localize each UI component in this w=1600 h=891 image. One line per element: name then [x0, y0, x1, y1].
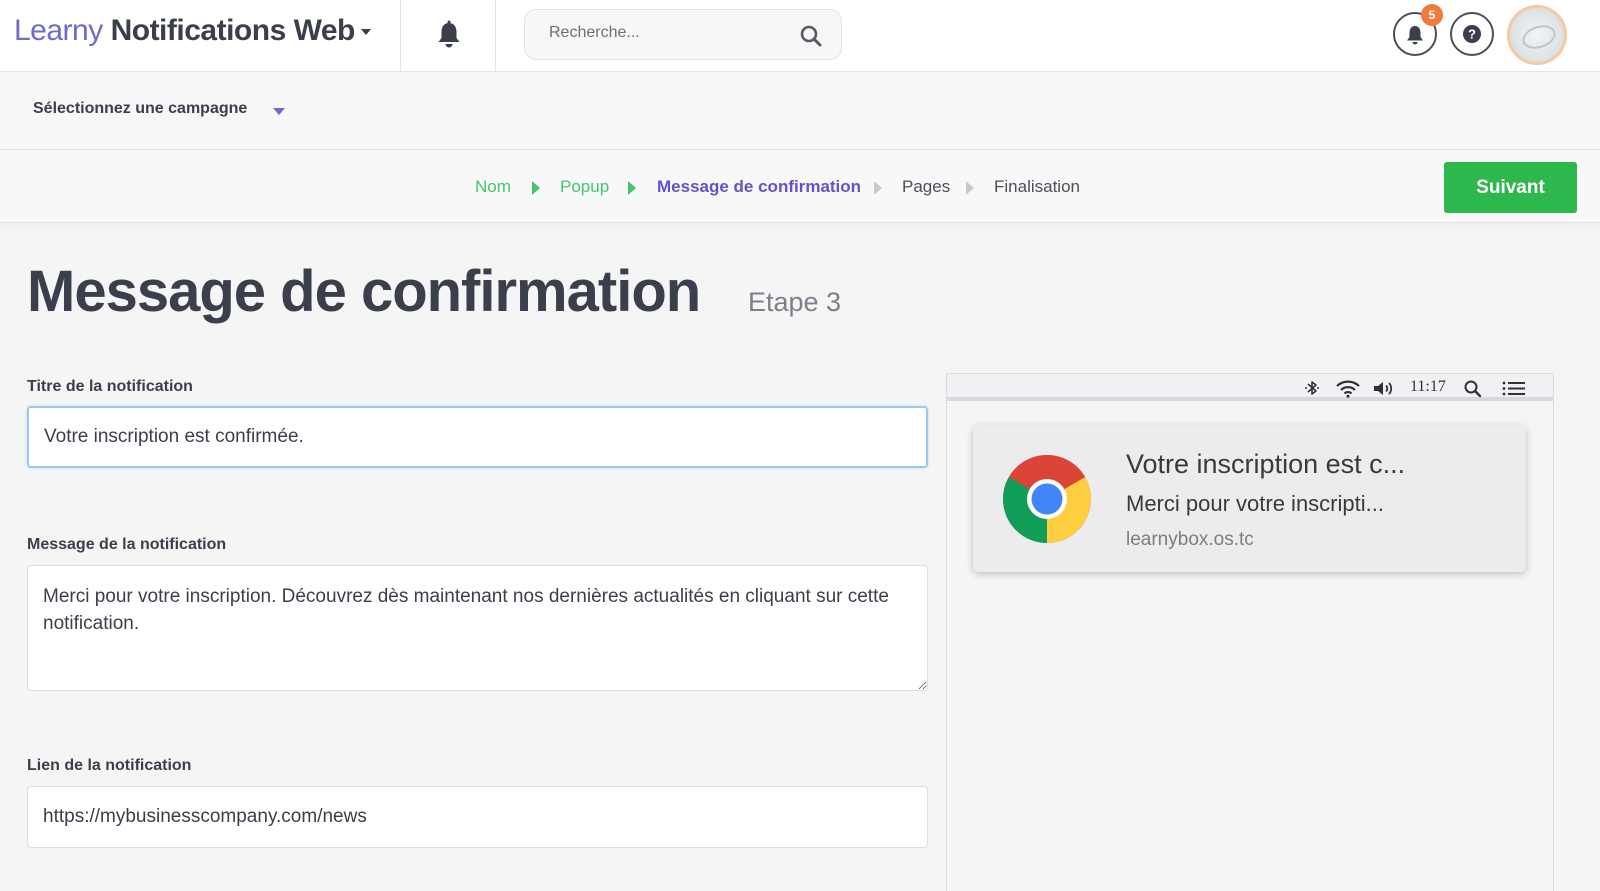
notification-body: Merci pour votre inscripti... — [1126, 491, 1384, 516]
notification-count-badge: 5 — [1421, 4, 1443, 26]
user-avatar[interactable] — [1507, 5, 1567, 65]
message-field-label: Message de la notification — [27, 536, 227, 553]
caret-down-icon — [360, 29, 371, 36]
step-nom[interactable]: Nom — [475, 177, 511, 197]
search-icon — [1464, 380, 1482, 398]
caret-down-icon[interactable] — [273, 108, 285, 115]
title-field[interactable] — [27, 406, 928, 468]
app-title-dropdown[interactable]: Learny Notifications Web — [14, 14, 371, 48]
bell-icon — [1407, 26, 1423, 45]
step-message-de-confirmation[interactable]: Message de confirmation — [657, 177, 861, 197]
notification-site: learnybox.os.tc — [1126, 529, 1254, 550]
app-title-brand: Learny — [14, 14, 103, 47]
campaign-bar: Sélectionnez une campagne — [0, 73, 1600, 150]
menu-list-icon — [1502, 381, 1525, 396]
search-icon[interactable] — [799, 24, 823, 48]
question-icon: ? — [1463, 25, 1481, 43]
help-button[interactable]: ? — [1450, 12, 1494, 56]
app-title-product: Notifications Web — [110, 14, 356, 47]
bluetooth-icon — [1305, 381, 1319, 395]
page-title: Message de confirmation — [27, 259, 701, 324]
step-finalisation[interactable]: Finalisation — [994, 177, 1080, 197]
link-field[interactable] — [27, 786, 928, 848]
campaign-select[interactable]: Sélectionnez une campagne — [33, 100, 247, 118]
search-input[interactable] — [549, 24, 789, 42]
notification-preview: 11:17 Votre inscription est c... Merci p… — [946, 373, 1554, 891]
top-bar: Learny Notifications Web 5 ? — [0, 0, 1600, 72]
link-field-label: Lien de la notification — [27, 757, 192, 774]
wifi-icon — [1336, 380, 1360, 398]
notification-title: Votre inscription est c... — [1126, 449, 1406, 479]
chrome-logo — [1003, 455, 1091, 543]
os-menubar: 11:17 — [947, 373, 1553, 401]
steps-bar: Nom Popup Message de confirmation Pages … — [0, 151, 1600, 223]
browser-notification[interactable]: Votre inscription est c... Merci pour vo… — [973, 425, 1526, 572]
divider — [400, 0, 401, 72]
chevron-right-icon — [874, 181, 882, 195]
step-popup[interactable]: Popup — [560, 177, 609, 197]
svg-text:?: ? — [1468, 27, 1476, 42]
chevron-right-icon — [532, 181, 540, 195]
step-pages[interactable]: Pages — [902, 177, 950, 197]
chevron-right-icon — [628, 181, 636, 195]
divider — [495, 0, 496, 72]
title-field-label: Titre de la notification — [27, 378, 193, 395]
volume-icon — [1374, 382, 1393, 395]
message-field[interactable]: Merci pour votre inscription. Découvrez … — [27, 565, 928, 691]
search-box — [524, 9, 842, 60]
next-button[interactable]: Suivant — [1444, 162, 1577, 213]
step-indicator: Etape 3 — [748, 287, 842, 317]
bell-icon[interactable] — [436, 20, 462, 50]
menubar-clock: 11:17 — [1410, 378, 1446, 395]
chevron-right-icon — [966, 181, 974, 195]
